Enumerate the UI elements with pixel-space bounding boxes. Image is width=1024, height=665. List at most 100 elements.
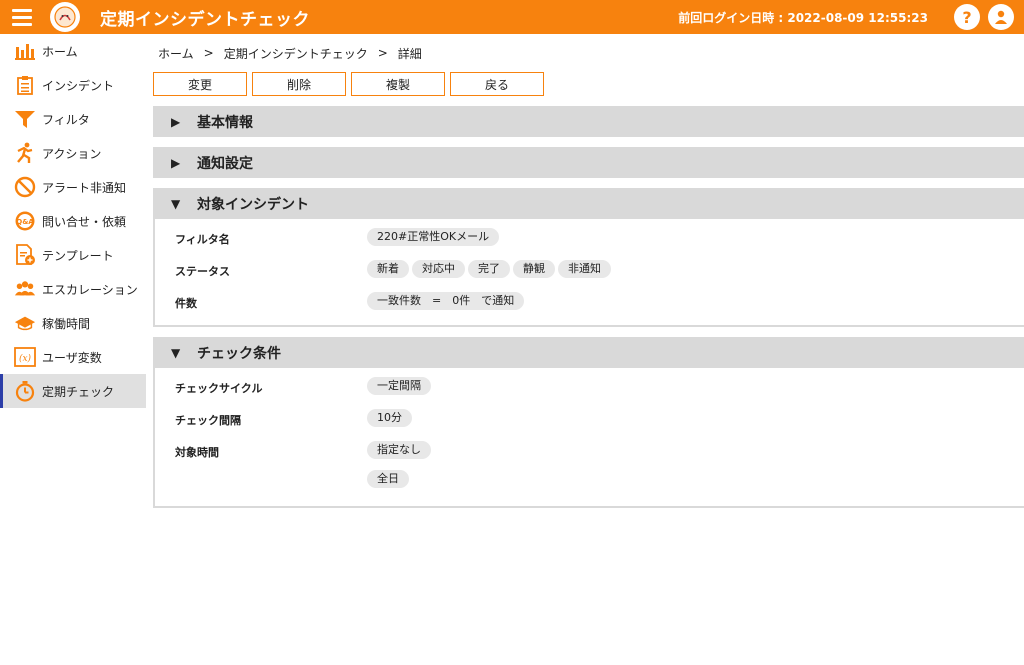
field-label: チェックサイクル <box>175 382 263 395</box>
main-content: ホーム > 定期インシデントチェック > 詳細 変更 削除 複製 戻る ▶ 基本… <box>153 34 1024 508</box>
sidebar-item-escalation[interactable]: エスカレーション <box>0 272 146 306</box>
status-chip: 静観 <box>513 260 555 278</box>
section-title: チェック条件 <box>197 345 281 362</box>
section-target-incident: ▼ 対象インシデント フィルタ名 220#正常性OKメール ステータス 新着 対… <box>153 188 1024 327</box>
help-icon: ? <box>962 7 972 27</box>
field-label: フィルタ名 <box>175 233 230 246</box>
sidebar-item-label: テンプレート <box>42 248 114 263</box>
status-chip: 完了 <box>468 260 510 278</box>
field-label: 件数 <box>175 297 197 310</box>
collapsed-triangle-icon: ▶ <box>171 155 181 170</box>
sidebar-item-label: ユーザ変数 <box>42 350 102 365</box>
field-label: 対象時間 <box>175 446 219 459</box>
breadcrumb-home[interactable]: ホーム <box>158 45 194 62</box>
delete-button[interactable]: 削除 <box>252 72 346 96</box>
clipboard-icon <box>14 74 36 96</box>
filter-name-chip: 220#正常性OKメール <box>367 228 500 246</box>
field-row-status: ステータス 新着 対応中 完了 静観 非通知 <box>155 257 1024 289</box>
bar-chart-icon <box>14 40 36 62</box>
collapsed-triangle-icon: ▶ <box>171 114 181 129</box>
field-row-target-time: 対象時間 指定なし <box>155 438 1024 470</box>
expanded-triangle-icon: ▼ <box>171 345 181 360</box>
target-time-chip: 指定なし <box>367 441 431 459</box>
user-button[interactable] <box>988 4 1014 30</box>
section-notification-settings: ▶ 通知設定 <box>153 147 1024 178</box>
section-title: 対象インシデント <box>197 196 309 213</box>
field-row-filter-name: フィルタ名 220#正常性OKメール <box>155 225 1024 257</box>
status-chip: 新着 <box>367 260 409 278</box>
breadcrumb: ホーム > 定期インシデントチェック > 詳細 <box>153 34 1024 72</box>
variable-icon: (x) <box>14 346 36 368</box>
svg-text:Q&A: Q&A <box>16 218 34 226</box>
count-condition-chip: 一致件数 = 0件 で通知 <box>367 292 525 310</box>
sidebar-item-label: アラート非通知 <box>42 180 127 195</box>
sidebar-item-filter[interactable]: フィルタ <box>0 102 146 136</box>
logo-icon <box>50 2 80 32</box>
sidebar-item-action[interactable]: アクション <box>0 136 146 170</box>
section-header-target-incident[interactable]: ▼ 対象インシデント <box>153 188 1024 219</box>
target-days-chip: 全日 <box>367 470 409 488</box>
expanded-triangle-icon: ▼ <box>171 196 181 211</box>
sidebar-item-uptime[interactable]: 稼働時間 <box>0 306 146 340</box>
section-title: 基本情報 <box>197 114 253 131</box>
qa-icon: Q&A <box>14 210 36 232</box>
field-row-target-time-days: 全日 <box>155 470 1024 502</box>
hat-icon <box>14 312 36 334</box>
last-login-text: 前回ログイン日時 : 2022-08-09 12:55:23 <box>678 10 928 25</box>
breadcrumb-separator: > <box>203 46 214 60</box>
timer-icon <box>14 380 36 402</box>
app-header: 定期インシデントチェック 前回ログイン日時 : 2022-08-09 12:55… <box>0 0 1024 34</box>
field-label-empty <box>175 470 367 476</box>
sidebar-item-incident[interactable]: インシデント <box>0 68 146 102</box>
field-row-count: 件数 一致件数 = 0件 で通知 <box>155 289 1024 321</box>
sidebar-item-template[interactable]: テンプレート <box>0 238 146 272</box>
status-chip: 対応中 <box>412 260 465 278</box>
sidebar-item-label: フィルタ <box>42 112 90 127</box>
sidebar-item-label: インシデント <box>42 78 115 93</box>
sidebar-item-label: 定期チェック <box>42 384 115 399</box>
sidebar-item-label: 稼働時間 <box>42 316 91 331</box>
breadcrumb-parent[interactable]: 定期インシデントチェック <box>224 45 368 62</box>
sidebar-item-periodic-check[interactable]: 定期チェック <box>0 374 146 408</box>
group-icon <box>14 278 36 300</box>
svg-text:(x): (x) <box>19 353 32 364</box>
check-cycle-chip: 一定間隔 <box>367 377 431 395</box>
funnel-icon <box>14 108 36 130</box>
sidebar-item-inquiry[interactable]: Q&A 問い合せ・依頼 <box>0 204 146 238</box>
check-interval-chip: 10分 <box>367 409 412 427</box>
sidebar: ホーム インシデント フィルタ アクション アラート非通知 Q&A 問い合せ・依… <box>0 34 146 408</box>
breadcrumb-current: 詳細 <box>397 46 422 61</box>
section-body-target-incident: フィルタ名 220#正常性OKメール ステータス 新着 対応中 完了 静観 非通… <box>153 219 1024 327</box>
sidebar-item-label: 問い合せ・依頼 <box>42 214 127 229</box>
template-add-icon <box>14 244 36 266</box>
help-button[interactable]: ? <box>954 4 980 30</box>
sidebar-item-label: エスカレーション <box>42 282 138 297</box>
section-basic-info: ▶ 基本情報 <box>153 106 1024 137</box>
running-person-icon <box>14 142 36 164</box>
sidebar-item-alert-suppress[interactable]: アラート非通知 <box>0 170 146 204</box>
field-row-check-interval: チェック間隔 10分 <box>155 406 1024 438</box>
field-row-check-cycle: チェックサイクル 一定間隔 <box>155 374 1024 406</box>
status-chip: 非通知 <box>558 260 611 278</box>
field-label: チェック間隔 <box>175 414 241 427</box>
field-label: ステータス <box>175 265 230 278</box>
breadcrumb-separator: > <box>377 46 388 60</box>
edit-button[interactable]: 変更 <box>153 72 247 96</box>
section-check-conditions: ▼ チェック条件 チェックサイクル 一定間隔 チェック間隔 10分 対象時間 指… <box>153 337 1024 508</box>
prohibited-icon <box>14 176 36 198</box>
sidebar-item-label: アクション <box>42 146 102 161</box>
section-title: 通知設定 <box>197 155 253 172</box>
sidebar-item-label: ホーム <box>42 44 78 59</box>
app-title: 定期インシデントチェック <box>100 9 310 30</box>
toolbar: 変更 削除 複製 戻る <box>153 72 1024 96</box>
sidebar-item-home[interactable]: ホーム <box>0 34 146 68</box>
user-icon <box>995 10 1007 24</box>
section-body-check-conditions: チェックサイクル 一定間隔 チェック間隔 10分 対象時間 指定なし 全日 <box>153 368 1024 508</box>
section-header-check-conditions[interactable]: ▼ チェック条件 <box>153 337 1024 368</box>
section-header-basic-info[interactable]: ▶ 基本情報 <box>153 106 1024 137</box>
copy-button[interactable]: 複製 <box>351 72 445 96</box>
back-button[interactable]: 戻る <box>450 72 544 96</box>
sidebar-item-user-variable[interactable]: (x) ユーザ変数 <box>0 340 146 374</box>
menu-icon[interactable] <box>12 8 42 26</box>
section-header-notification-settings[interactable]: ▶ 通知設定 <box>153 147 1024 178</box>
